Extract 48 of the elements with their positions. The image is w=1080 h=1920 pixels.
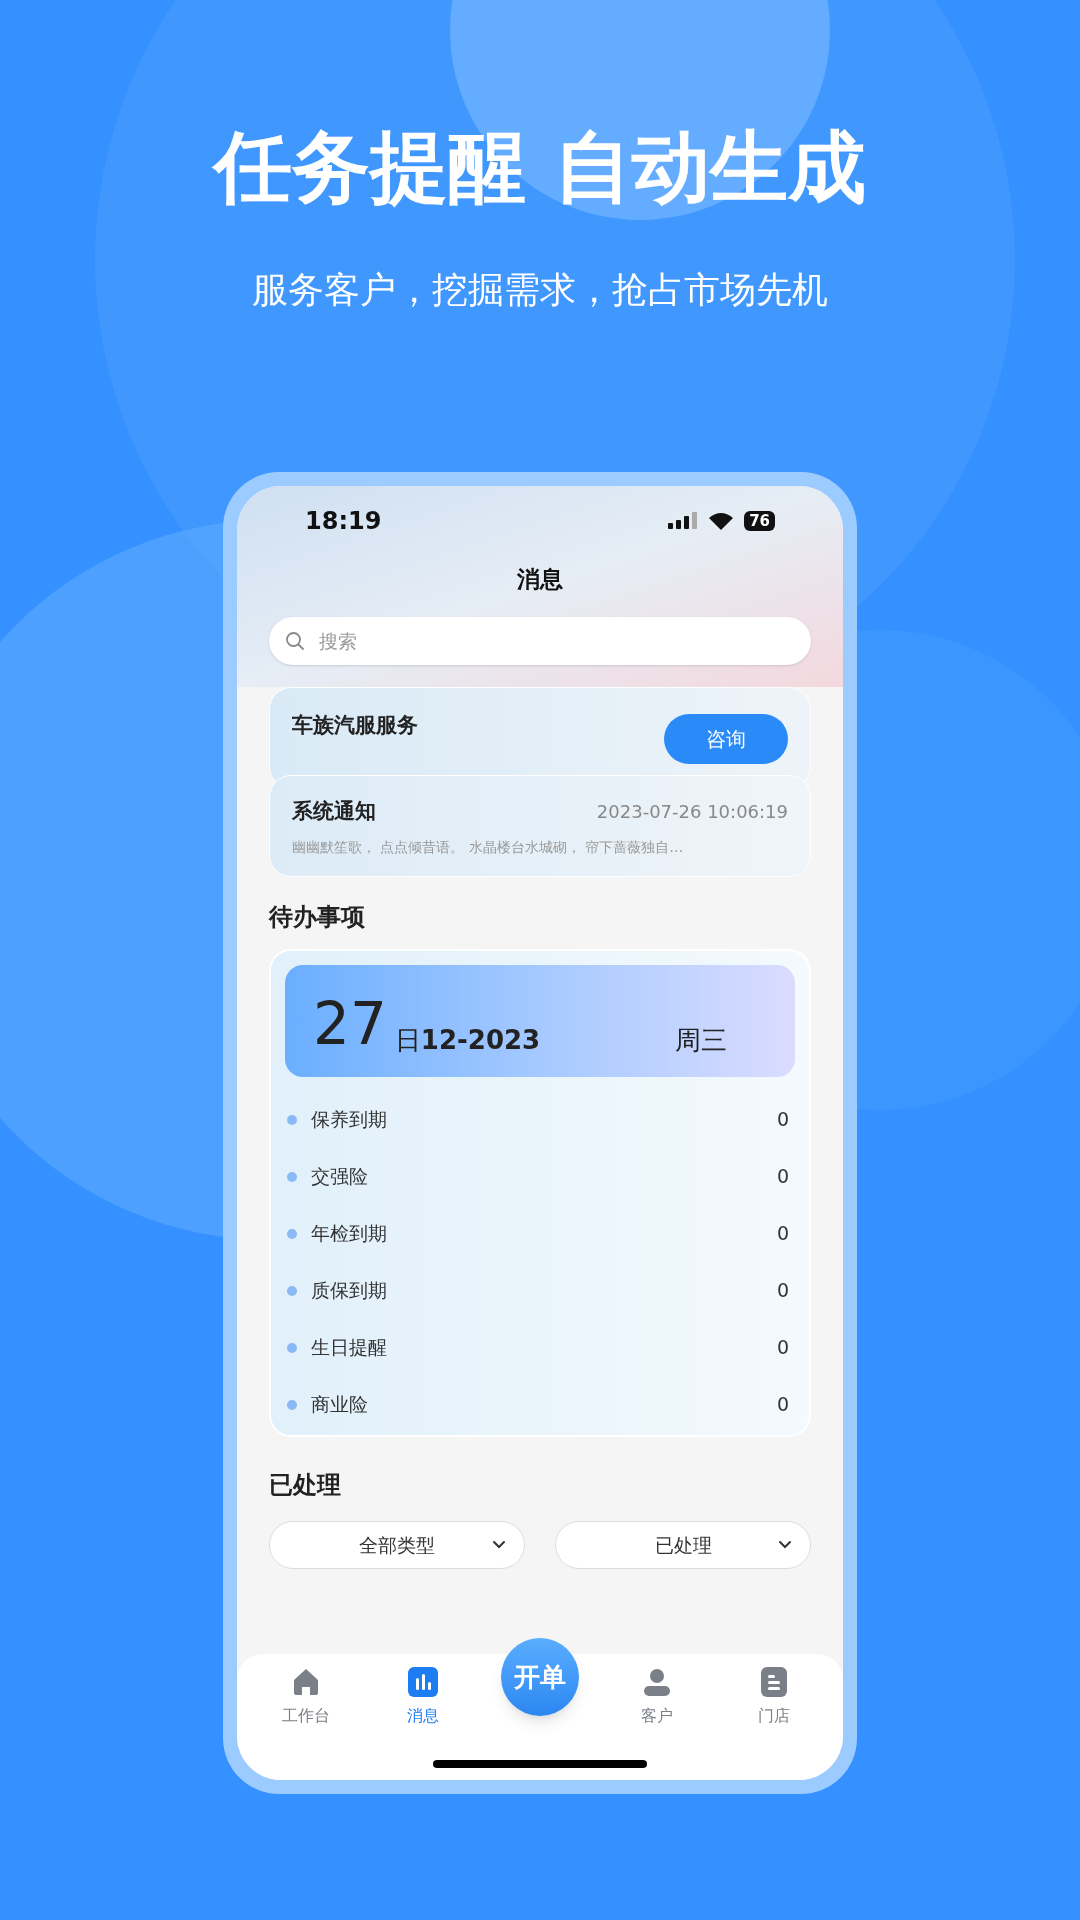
todo-count: 0	[776, 1278, 789, 1304]
signal-icon	[668, 511, 699, 531]
todo-count: 0	[776, 1221, 789, 1247]
tab-item[interactable]: 门店	[715, 1666, 833, 1780]
bullet-icon	[287, 1171, 297, 1182]
create-order-button[interactable]: 开单	[501, 1638, 579, 1716]
bullet-icon	[287, 1285, 297, 1296]
todo-count: 0	[776, 1164, 789, 1190]
chevron-down-icon	[778, 1540, 792, 1550]
tab-item[interactable]: 工作台	[247, 1666, 365, 1780]
headline: 任务提醒 自动生成	[214, 128, 866, 206]
day-unit: 日	[394, 1027, 421, 1053]
notice-time: 2023-07-26 10:06:19	[596, 799, 788, 824]
search-icon	[285, 630, 305, 651]
chevron-down-icon	[492, 1540, 506, 1550]
filter-dropdown[interactable]: 全部类型	[269, 1521, 525, 1569]
wifi-icon	[708, 511, 735, 531]
todo-label: 质保到期	[311, 1278, 387, 1304]
todo-label: 商业险	[311, 1392, 368, 1418]
tab-item[interactable]: 客户	[598, 1666, 716, 1780]
bullet-icon	[287, 1399, 297, 1410]
todo-count: 0	[776, 1335, 789, 1361]
todo-label: 生日提醒	[311, 1335, 387, 1361]
todo-label: 保养到期	[311, 1107, 387, 1133]
bullet-icon	[287, 1114, 297, 1125]
todo-count: 0	[776, 1107, 789, 1133]
todo-label: 年检到期	[311, 1221, 387, 1247]
todo-label: 交强险	[311, 1164, 368, 1190]
weekday: 周三	[675, 1027, 727, 1053]
search-field[interactable]: 搜索	[269, 616, 811, 665]
battery-level: 76	[744, 511, 775, 531]
bullet-icon	[287, 1228, 297, 1239]
screen-title: 消息	[516, 565, 564, 594]
section-heading: 已处理	[269, 1470, 342, 1501]
bar-chart-icon	[406, 1666, 439, 1698]
service-title: 车族汽服服务	[292, 711, 418, 739]
subtitle: 服务客户，挖掘需求，抢占市场先机	[252, 272, 828, 308]
status-time: 18:19	[305, 506, 382, 537]
notice-title: 系统通知	[292, 797, 376, 825]
section-heading: 待办事项	[269, 902, 366, 933]
todo-count: 0	[776, 1392, 789, 1418]
notice-preview: 幽幽默笙歌， 点点倾昔语。 水晶楼台水城砌， 帘下蔷薇独自…	[292, 838, 685, 857]
filter-dropdown[interactable]: 已处理	[555, 1521, 811, 1569]
month-year: 12-2023	[420, 1027, 541, 1053]
bullet-icon	[287, 1342, 297, 1353]
date-day: 27	[313, 995, 387, 1053]
consult-button[interactable]: 咨询	[664, 713, 788, 764]
notice-card[interactable]: 系统通知 2023-07-26 10:06:19 幽幽默笙歌， 点点倾昔语。 水晶楼台水城砌， 帘下蔷薇独自…	[269, 774, 811, 877]
